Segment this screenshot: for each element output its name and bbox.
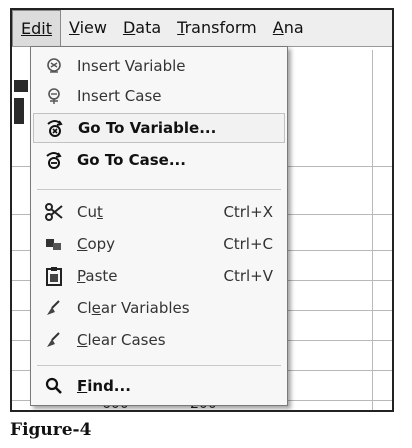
copy-icon xyxy=(43,233,65,255)
edit-menu-dropdown: Insert Variable Insert Case Go To Variab… xyxy=(30,46,288,406)
menu-item-label: Insert Variable xyxy=(77,57,186,75)
menu-analyze[interactable]: Ana xyxy=(265,10,312,46)
menu-item-label: Insert Case xyxy=(77,87,162,105)
menu-view[interactable]: View xyxy=(61,10,115,46)
menu-item-insert-variable[interactable]: Insert Variable xyxy=(31,51,287,81)
paste-icon xyxy=(43,265,65,287)
menu-data-label: Data xyxy=(122,18,162,37)
broom-icon xyxy=(43,297,65,319)
menu-item-clear-cases[interactable]: Clear Cases xyxy=(31,325,287,355)
menu-analyze-label: Ana xyxy=(272,18,304,37)
go-to-variable-icon xyxy=(44,117,66,139)
menu-item-shortcut: Ctrl+X xyxy=(223,203,273,221)
menubar: Edit View Data Transform Ana xyxy=(12,10,392,47)
application-window: 600 200 Edit View Data Transform Ana Ins… xyxy=(10,8,394,412)
background-title-fragment-2 xyxy=(14,98,24,124)
menu-item-paste[interactable]: Paste Ctrl+V xyxy=(31,261,287,291)
insert-case-icon xyxy=(43,85,65,107)
menu-item-find[interactable]: Find... xyxy=(31,371,287,401)
menu-item-go-to-variable[interactable]: Go To Variable... xyxy=(33,113,285,143)
background-title-fragment xyxy=(14,80,28,92)
figure-caption: Figure-4 xyxy=(10,420,92,440)
background-column-line xyxy=(372,50,373,410)
search-icon xyxy=(43,375,65,397)
menu-item-label: Copy xyxy=(77,235,116,253)
menu-item-clear-variables[interactable]: Clear Variables xyxy=(31,293,287,323)
menu-item-copy[interactable]: Copy Ctrl+C xyxy=(31,229,287,259)
menu-item-label: Clear Cases xyxy=(77,331,166,349)
menu-data[interactable]: Data xyxy=(115,10,169,46)
menu-item-shortcut: Ctrl+V xyxy=(223,267,273,285)
scissors-icon xyxy=(43,201,65,223)
insert-variable-icon xyxy=(43,55,65,77)
menu-transform[interactable]: Transform xyxy=(169,10,265,46)
menu-item-label: Find... xyxy=(77,377,131,395)
menu-item-cut[interactable]: Cut Ctrl+X xyxy=(31,197,287,227)
menu-item-label: Go To Case... xyxy=(77,151,186,169)
broom-icon xyxy=(43,329,65,351)
menu-item-label: Clear Variables xyxy=(77,299,190,317)
menu-item-go-to-case[interactable]: Go To Case... xyxy=(31,145,287,175)
go-to-case-icon xyxy=(43,149,65,171)
menu-view-label: View xyxy=(68,18,107,37)
menu-separator xyxy=(37,189,281,190)
menu-item-insert-case[interactable]: Insert Case xyxy=(31,81,287,111)
menu-separator xyxy=(37,365,281,366)
menu-edit-label: Edit xyxy=(21,19,52,38)
menu-item-label: Go To Variable... xyxy=(78,119,217,137)
menu-transform-label: Transform xyxy=(177,18,257,37)
menu-edit[interactable]: Edit xyxy=(12,10,61,46)
menu-item-label: Cut xyxy=(77,203,103,221)
menu-item-shortcut: Ctrl+C xyxy=(223,235,273,253)
menu-item-label: Paste xyxy=(77,267,118,285)
